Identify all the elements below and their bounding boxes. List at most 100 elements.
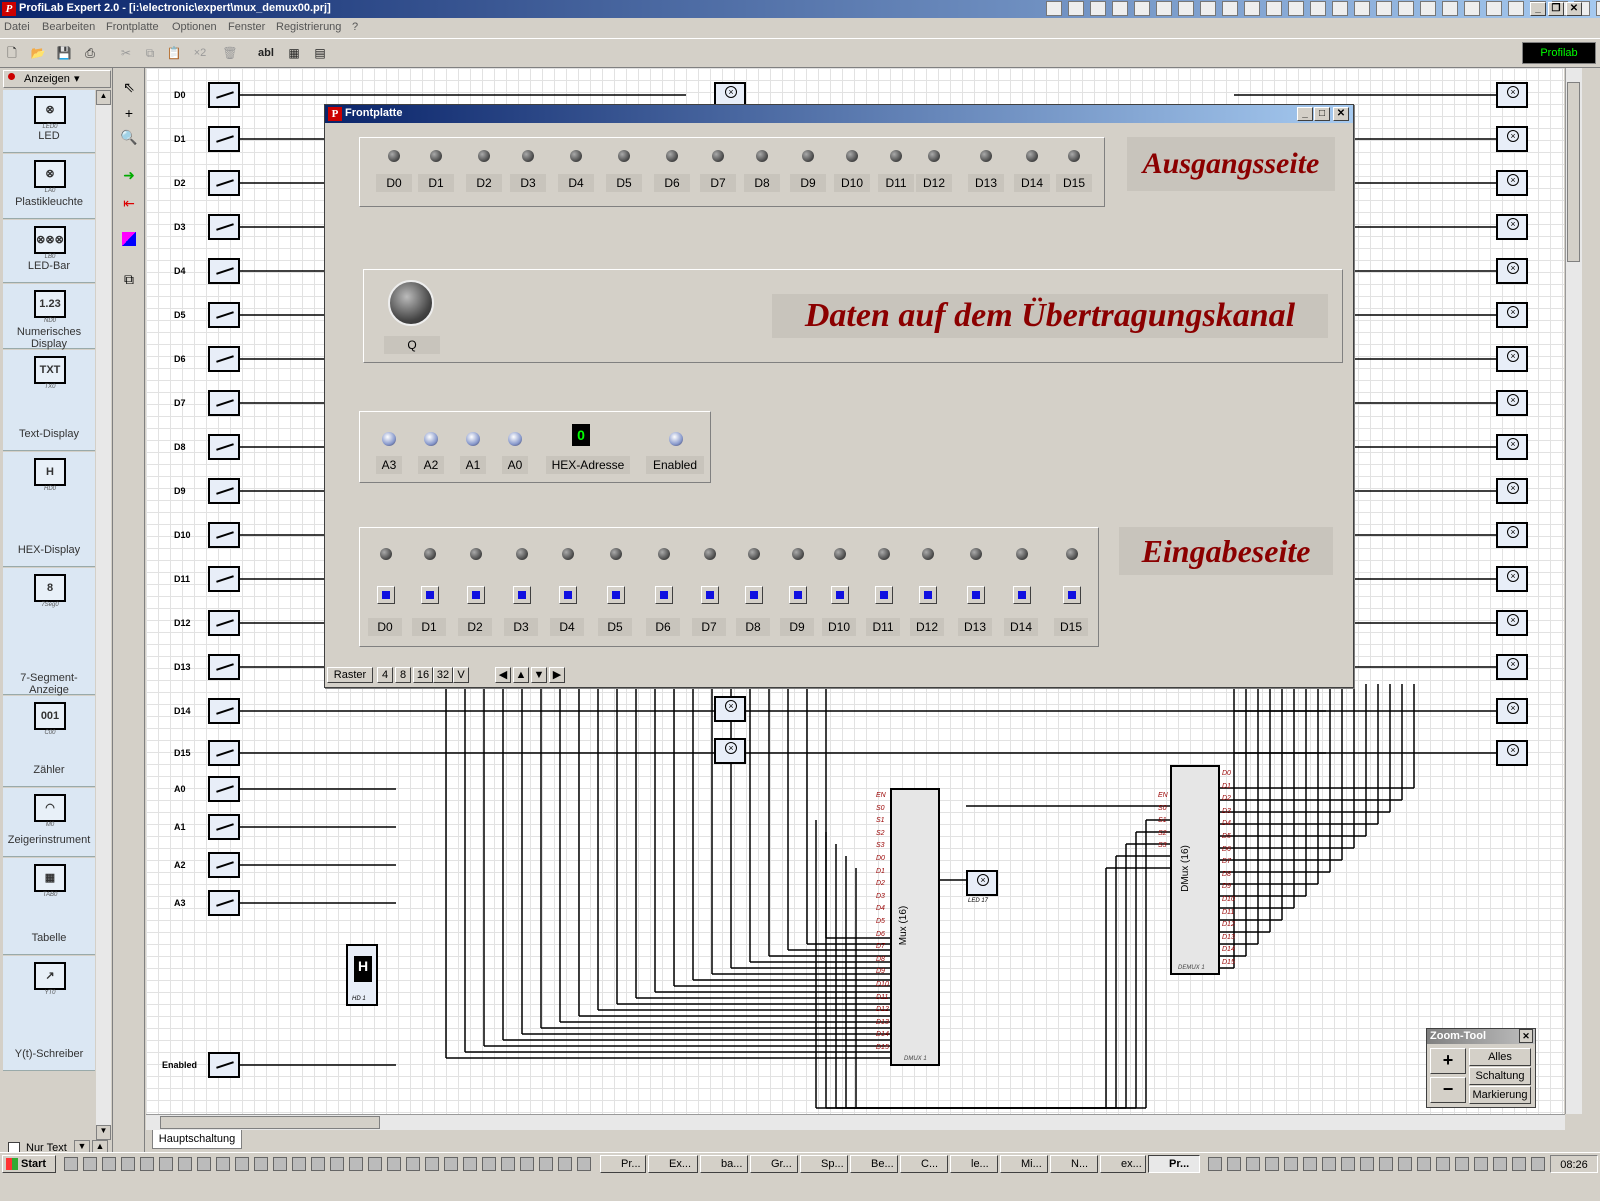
app-shortcut-icon[interactable] xyxy=(1112,1,1128,16)
quick-launch-icon[interactable] xyxy=(140,1157,154,1171)
raster-option-button[interactable]: 8 xyxy=(395,667,411,683)
input-toggle-button[interactable] xyxy=(467,586,485,604)
app-shortcut-icon[interactable] xyxy=(1134,1,1150,16)
quick-launch-icon[interactable] xyxy=(311,1157,325,1171)
stop-arrow-icon[interactable]: ⇤ xyxy=(118,192,140,214)
switch-component[interactable] xyxy=(208,302,240,328)
system-tray-icon[interactable] xyxy=(1341,1157,1355,1171)
switch-component[interactable] xyxy=(208,346,240,372)
system-tray-icon[interactable] xyxy=(1303,1157,1317,1171)
app-shortcut-icon[interactable] xyxy=(1464,1,1480,16)
quick-launch-icon[interactable] xyxy=(558,1157,572,1171)
system-tray-icon[interactable] xyxy=(1398,1157,1412,1171)
fp-minimize-button[interactable]: _ xyxy=(1297,107,1313,121)
system-tray-icon[interactable] xyxy=(1512,1157,1526,1171)
quick-launch-icon[interactable] xyxy=(273,1157,287,1171)
app-shortcut-icon[interactable] xyxy=(1222,1,1238,16)
switch-component[interactable] xyxy=(208,698,240,724)
hex-display-component[interactable]: H HD 1 xyxy=(346,944,378,1006)
palette-item[interactable]: ▦ TAB0 Tabelle xyxy=(3,858,95,955)
canvas-vertical-scrollbar[interactable] xyxy=(1565,68,1582,1114)
app-shortcut-icon[interactable] xyxy=(1332,1,1348,16)
output-led-component[interactable]: × xyxy=(1496,566,1528,592)
switch-component[interactable] xyxy=(208,814,240,840)
start-button[interactable]: Start xyxy=(2,1155,56,1173)
menu-fenster[interactable]: Fenster xyxy=(228,21,265,33)
dmux-block[interactable]: DMux (16) DEMUX 1 xyxy=(1170,765,1220,975)
switch-component[interactable] xyxy=(208,654,240,680)
output-led-component[interactable]: × xyxy=(1496,522,1528,548)
taskbar-task-button[interactable]: ex... xyxy=(1100,1155,1146,1173)
palette-item[interactable]: 8 7Seg0 7-Segment-Anzeige xyxy=(3,568,95,696)
palette-item[interactable]: 1.23 ND0 Numerisches Display xyxy=(3,284,95,350)
quick-launch-icon[interactable] xyxy=(577,1157,591,1171)
palette-item[interactable]: 001 C00 Zähler xyxy=(3,696,95,787)
zoom-markierung-button[interactable]: Markierung xyxy=(1469,1086,1531,1104)
output-led-component[interactable]: × xyxy=(1496,302,1528,328)
output-led-component[interactable]: × xyxy=(1496,390,1528,416)
input-toggle-button[interactable] xyxy=(1063,586,1081,604)
switch-component[interactable] xyxy=(208,610,240,636)
system-tray-icon[interactable] xyxy=(1322,1157,1336,1171)
quick-launch-icon[interactable] xyxy=(368,1157,382,1171)
input-toggle-button[interactable] xyxy=(875,586,893,604)
switch-component[interactable] xyxy=(208,170,240,196)
taskbar-task-button[interactable]: le... xyxy=(950,1155,998,1173)
switch-component[interactable] xyxy=(208,1052,240,1078)
raster-option-button[interactable]: 4 xyxy=(377,667,393,683)
raster-option-button[interactable]: 16 xyxy=(413,667,433,683)
app-shortcut-icon[interactable] xyxy=(1398,1,1414,16)
switch-component[interactable] xyxy=(208,214,240,240)
taskbar-task-button[interactable]: Mi... xyxy=(1000,1155,1048,1173)
menu-help[interactable]: ? xyxy=(352,21,358,33)
input-toggle-button[interactable] xyxy=(421,586,439,604)
switch-component[interactable] xyxy=(208,126,240,152)
led-component[interactable]: × xyxy=(714,696,746,722)
profilab-app-icon[interactable]: P xyxy=(2,2,16,16)
quick-launch-icon[interactable] xyxy=(197,1157,211,1171)
text-tool-button[interactable]: abl xyxy=(256,43,276,63)
frontpanel-icon[interactable]: ▤ xyxy=(310,43,330,63)
canvas-horizontal-scrollbar[interactable] xyxy=(146,1114,1565,1131)
close-button[interactable]: ✕ xyxy=(1566,2,1582,16)
switch-component[interactable] xyxy=(208,82,240,108)
app-shortcut-icon[interactable] xyxy=(1068,1,1084,16)
app-shortcut-icon[interactable] xyxy=(1046,1,1062,16)
restore-button[interactable]: ❐ xyxy=(1548,2,1564,16)
app-shortcut-icon[interactable] xyxy=(1442,1,1458,16)
palette-item[interactable]: H HD0 HEX-Display xyxy=(3,452,95,567)
output-led-component[interactable]: × xyxy=(1496,654,1528,680)
output-led-component[interactable]: × xyxy=(1496,740,1528,766)
app-shortcut-icon[interactable] xyxy=(1376,1,1392,16)
taskbar-task-button[interactable]: Gr... xyxy=(750,1155,798,1173)
taskbar-task-button[interactable]: Be... xyxy=(850,1155,898,1173)
system-tray-icon[interactable] xyxy=(1436,1157,1450,1171)
system-tray-icon[interactable] xyxy=(1246,1157,1260,1171)
system-tray-icon[interactable] xyxy=(1474,1157,1488,1171)
input-toggle-button[interactable] xyxy=(789,586,807,604)
output-led-component[interactable]: × xyxy=(1496,698,1528,724)
tab-hauptschaltung[interactable]: Hauptschaltung xyxy=(152,1130,242,1149)
raster-option-button[interactable]: 32 xyxy=(433,667,453,683)
zoom-in-button[interactable]: + xyxy=(1430,1048,1466,1074)
app-shortcut-icon[interactable] xyxy=(1486,1,1502,16)
output-led-component[interactable]: × xyxy=(1496,258,1528,284)
quick-launch-icon[interactable] xyxy=(520,1157,534,1171)
switch-component[interactable] xyxy=(208,566,240,592)
app-shortcut-icon[interactable] xyxy=(1596,1,1600,16)
fp-maximize-button[interactable]: □ xyxy=(1314,107,1330,121)
input-toggle-button[interactable] xyxy=(513,586,531,604)
app-shortcut-icon[interactable] xyxy=(1310,1,1326,16)
quick-launch-icon[interactable] xyxy=(501,1157,515,1171)
switch-component[interactable] xyxy=(208,390,240,416)
delete-icon[interactable]: 🗑 xyxy=(220,43,240,63)
input-toggle-button[interactable] xyxy=(1013,586,1031,604)
switch-component[interactable] xyxy=(208,776,240,802)
menu-frontplatte[interactable]: Frontplatte xyxy=(106,21,159,33)
app-shortcut-icon[interactable] xyxy=(1244,1,1260,16)
quick-launch-icon[interactable] xyxy=(406,1157,420,1171)
grid-icon[interactable]: ▦ xyxy=(284,43,304,63)
fp-close-button[interactable]: ✕ xyxy=(1333,107,1349,121)
palette-item[interactable]: ⊗ LED0 LED xyxy=(3,90,95,153)
palette-item[interactable]: ⊗⊗⊗ LB0 LED-Bar xyxy=(3,220,95,283)
